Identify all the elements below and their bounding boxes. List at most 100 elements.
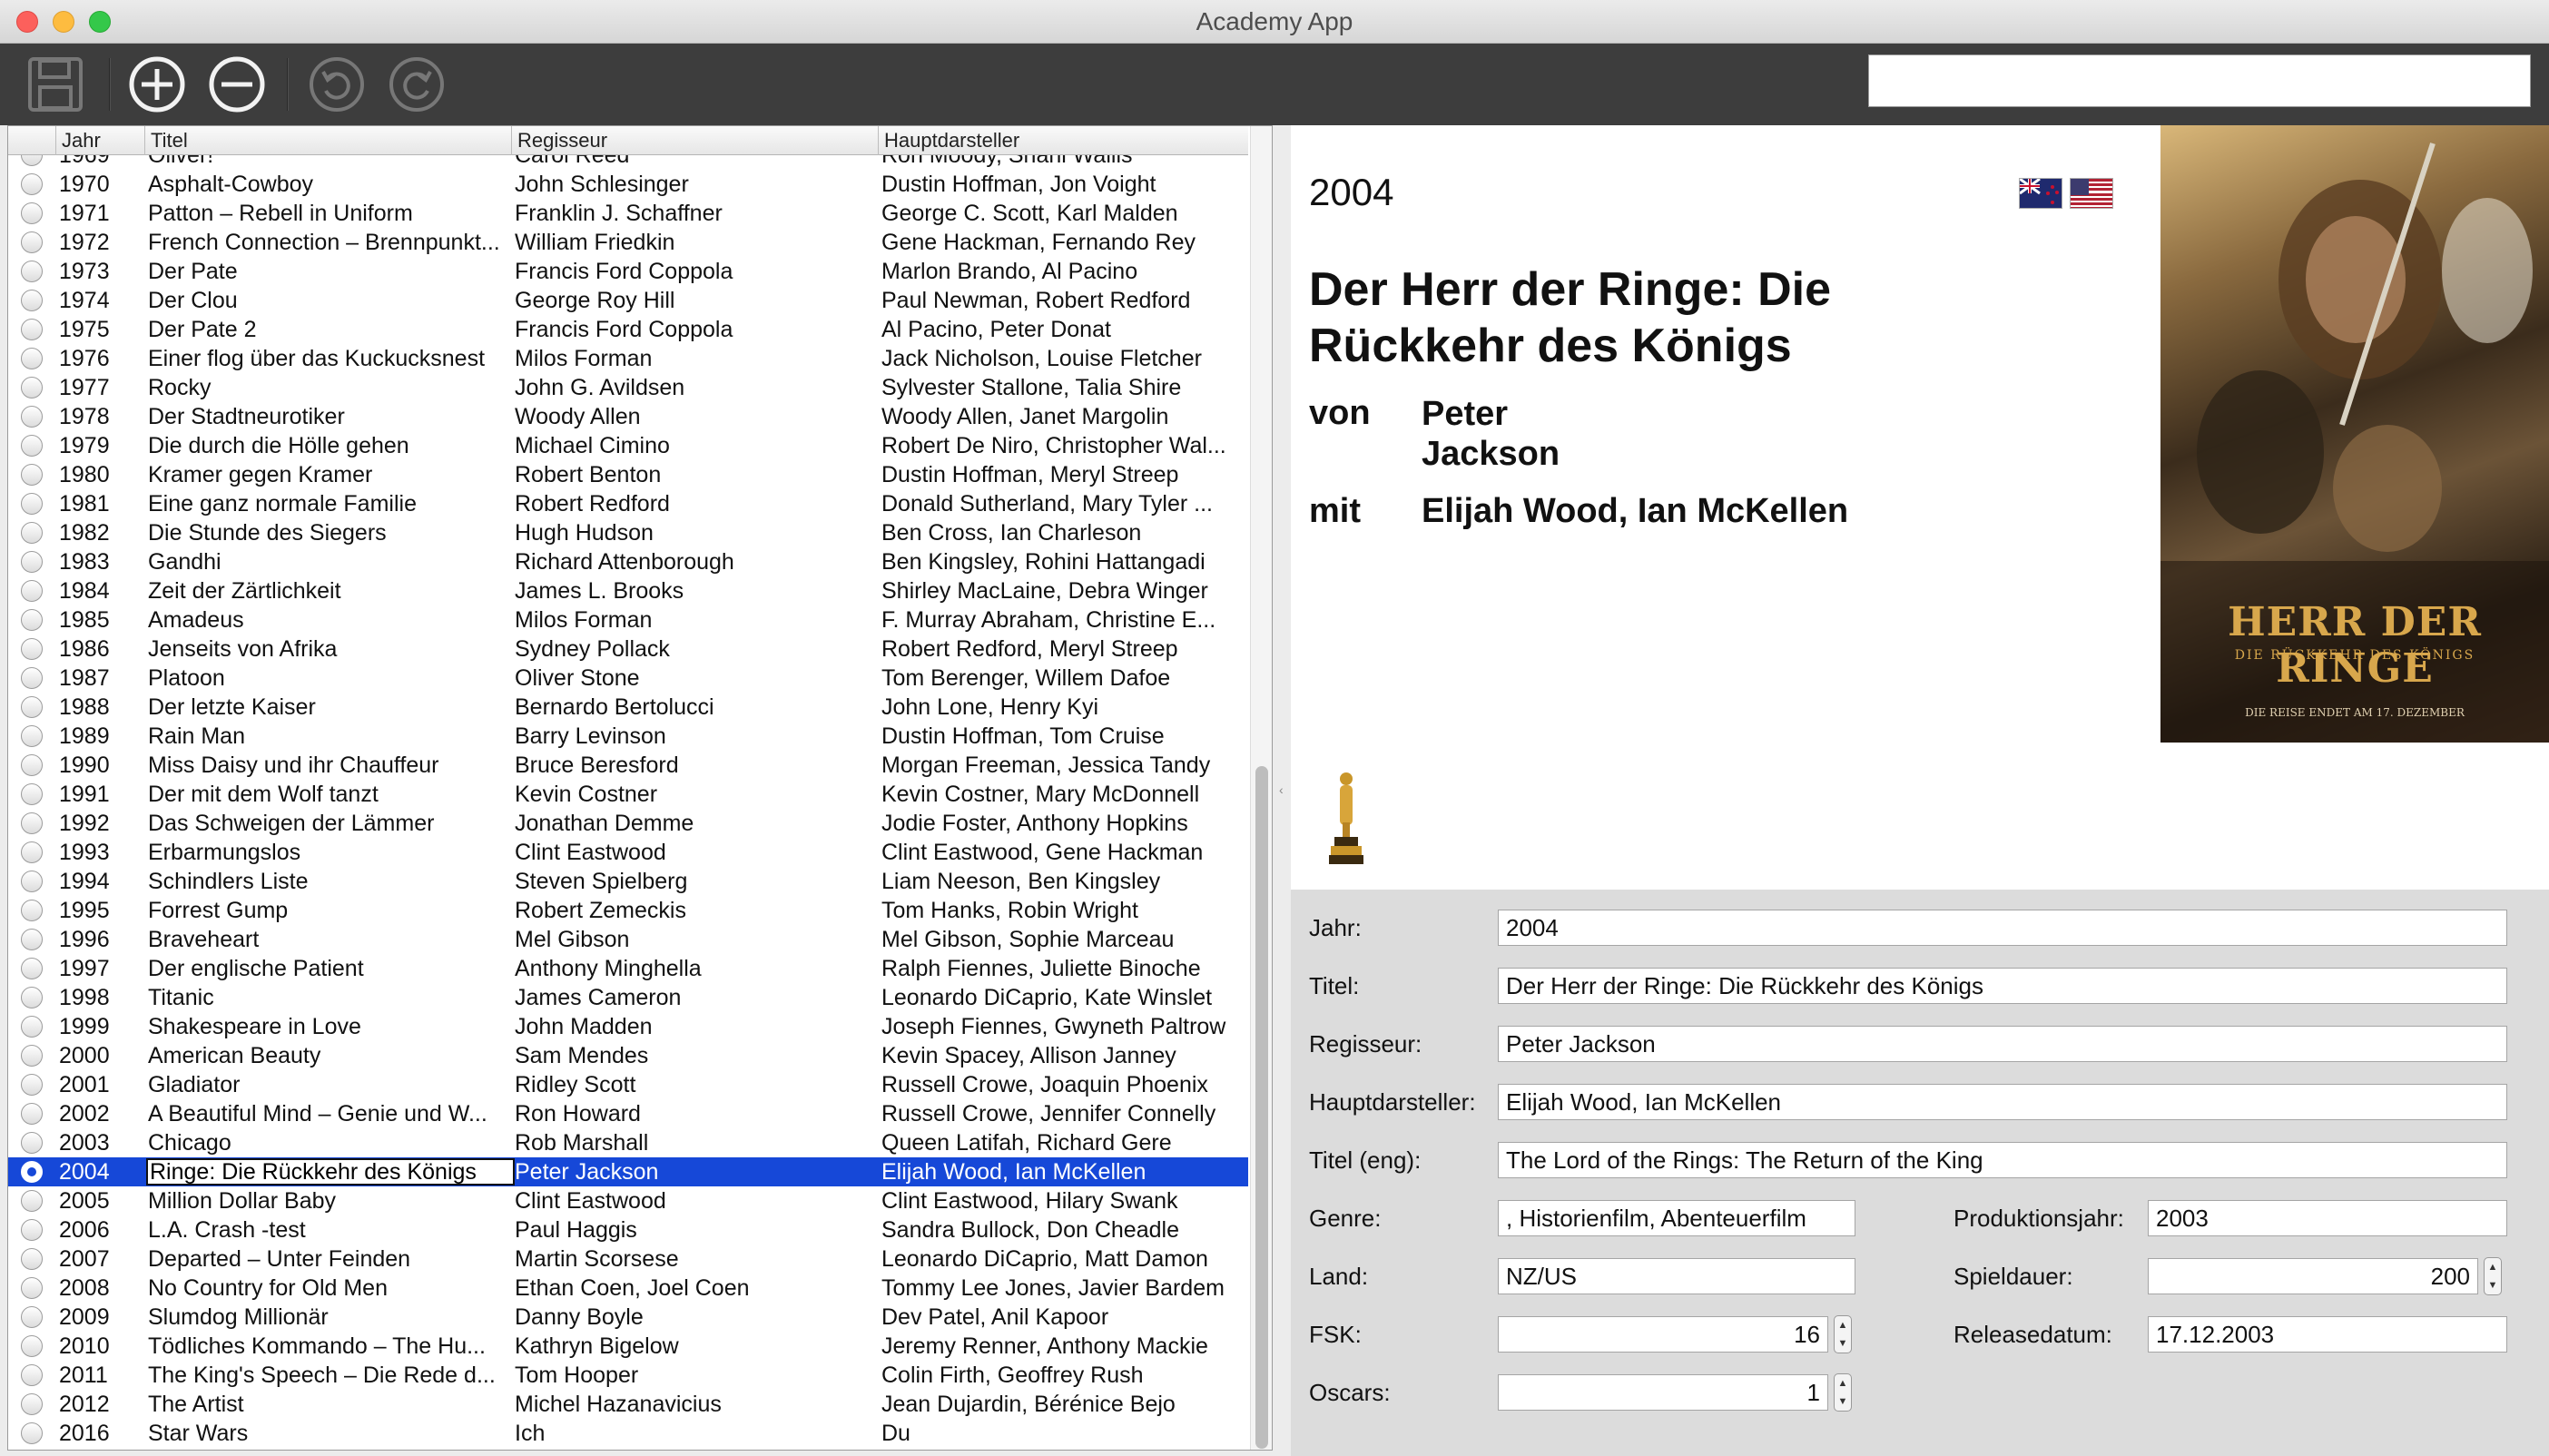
- row-radio-button[interactable]: [21, 231, 43, 253]
- row-radio-button[interactable]: [21, 1132, 43, 1154]
- redo-button[interactable]: [385, 53, 448, 116]
- table-row[interactable]: 1974 Der Clou George Roy Hill Paul Newman, …: [8, 286, 1248, 315]
- table-row[interactable]: 2009 Slumdog Millionär Danny Boyle Dev Pate…: [8, 1303, 1248, 1332]
- fsk-field[interactable]: 16: [1498, 1316, 1828, 1353]
- row-radio-button[interactable]: [21, 464, 43, 486]
- table-row[interactable]: 1978 Der Stadtneurotiker Woody Allen Woody …: [8, 402, 1248, 431]
- row-radio-button[interactable]: [21, 522, 43, 544]
- table-row[interactable]: 1999 Shakespeare in Love John Madden Joseph…: [8, 1012, 1248, 1041]
- table-row[interactable]: 1975 Der Pate 2 Francis Ford Coppola Al Pac…: [8, 315, 1248, 344]
- table-row[interactable]: 1994 Schindlers Liste Steven Spielberg Liam…: [8, 867, 1248, 896]
- row-radio-button[interactable]: [21, 290, 43, 311]
- table-row[interactable]: 2008 No Country for Old Men Ethan Coen, Jo…: [8, 1274, 1248, 1303]
- add-button[interactable]: [125, 53, 189, 116]
- table-row[interactable]: 2002 A Beautiful Mind – Genie und W... Ron…: [8, 1099, 1248, 1128]
- row-radio-button[interactable]: [21, 783, 43, 805]
- row-radio-button[interactable]: [21, 1364, 43, 1386]
- table-row[interactable]: 1980 Kramer gegen Kramer Robert Benton Dust…: [8, 460, 1248, 489]
- row-radio-button[interactable]: [21, 1393, 43, 1415]
- row-radio-button[interactable]: [21, 319, 43, 340]
- table-row[interactable]: 2001 Gladiator Ridley Scott Russell Crowe, …: [8, 1070, 1248, 1099]
- split-pane-divider[interactable]: ‹: [1274, 125, 1291, 1456]
- table-row[interactable]: 1995 Forrest Gump Robert Zemeckis Tom Hanks…: [8, 896, 1248, 925]
- row-radio-button[interactable]: [21, 841, 43, 863]
- column-header-jahr[interactable]: Jahr: [55, 126, 144, 155]
- row-radio-button[interactable]: [21, 173, 43, 195]
- row-radio-button[interactable]: [21, 609, 43, 631]
- row-radio-button[interactable]: [21, 871, 43, 892]
- table-row[interactable]: 1997 Der englische Patient Anthony Minghel…: [8, 954, 1248, 983]
- table-scrollbar[interactable]: [1250, 126, 1272, 1450]
- row-radio-button[interactable]: [21, 377, 43, 398]
- table-row[interactable]: 1970 Asphalt-Cowboy John Schlesinger Dustin…: [8, 170, 1248, 199]
- table-row[interactable]: 2004 Ringe: Die Rückkehr des Königs Peter …: [8, 1157, 1248, 1186]
- row-radio-button[interactable]: [21, 202, 43, 224]
- table-row[interactable]: 1988 Der letzte Kaiser Bernardo Bertolucci…: [8, 693, 1248, 722]
- hauptdarsteller-field[interactable]: Elijah Wood, Ian McKellen: [1498, 1084, 2507, 1120]
- row-radio-button[interactable]: [21, 1161, 43, 1183]
- row-radio-button[interactable]: [21, 406, 43, 428]
- row-radio-button[interactable]: [21, 155, 43, 166]
- spieldauer-field[interactable]: 200: [2148, 1258, 2478, 1294]
- row-radio-button[interactable]: [21, 754, 43, 776]
- row-radio-button[interactable]: [21, 638, 43, 660]
- table-row[interactable]: 1996 Braveheart Mel Gibson Mel Gibson, Soph…: [8, 925, 1248, 954]
- table-row[interactable]: 1992 Das Schweigen der Lämmer Jonathan Dem…: [8, 809, 1248, 838]
- column-header-regisseur[interactable]: Regisseur: [511, 126, 878, 155]
- table-row[interactable]: 1972 French Connection – Brennpunkt... Wil…: [8, 228, 1248, 257]
- table-row[interactable]: 2005 Million Dollar Baby Clint Eastwood Cli…: [8, 1186, 1248, 1215]
- table-row[interactable]: 2012 The Artist Michel Hazanavicius Jean Du…: [8, 1390, 1248, 1419]
- table-row[interactable]: 1991 Der mit dem Wolf tanzt Kevin Costner K…: [8, 780, 1248, 809]
- table-row[interactable]: 1990 Miss Daisy und ihr Chauffeur Bruce Be…: [8, 751, 1248, 780]
- row-radio-button[interactable]: [21, 667, 43, 689]
- oscars-stepper[interactable]: ▲ ▼: [1834, 1373, 1852, 1412]
- row-radio-button[interactable]: [21, 1190, 43, 1212]
- row-radio-button[interactable]: [21, 958, 43, 979]
- row-radio-button[interactable]: [21, 348, 43, 369]
- titel-eng-field[interactable]: The Lord of the Rings: The Return of the…: [1498, 1142, 2507, 1178]
- row-radio-button[interactable]: [21, 900, 43, 921]
- table-row[interactable]: 1985 Amadeus Milos Forman F. Murray Abraham…: [8, 605, 1248, 635]
- oscars-field[interactable]: 1: [1498, 1374, 1828, 1411]
- row-radio-button[interactable]: [21, 551, 43, 573]
- row-radio-button[interactable]: [21, 1335, 43, 1357]
- search-input[interactable]: [1868, 54, 2531, 107]
- table-row[interactable]: 1998 Titanic James Cameron Leonardo DiCapri…: [8, 983, 1248, 1012]
- table-row[interactable]: 1971 Patton – Rebell in Uniform Franklin J…: [8, 199, 1248, 228]
- table-row[interactable]: 2016 Star Wars Ich Du: [8, 1419, 1248, 1448]
- table-row[interactable]: 2000 American Beauty Sam Mendes Kevin Space…: [8, 1041, 1248, 1070]
- scrollbar-thumb[interactable]: [1255, 766, 1268, 1449]
- row-radio-button[interactable]: [21, 261, 43, 282]
- row-radio-button[interactable]: [21, 1016, 43, 1038]
- row-radio-button[interactable]: [21, 812, 43, 834]
- table-row[interactable]: 1982 Die Stunde des Siegers Hugh Hudson Ben…: [8, 518, 1248, 547]
- column-header-hauptdarsteller[interactable]: Hauptdarsteller: [878, 126, 1250, 155]
- spieldauer-stepper[interactable]: ▲ ▼: [2484, 1257, 2502, 1295]
- table-row[interactable]: 2010 Tödliches Kommando – The Hu... Kathry…: [8, 1332, 1248, 1361]
- row-radio-button[interactable]: [21, 929, 43, 950]
- genre-field[interactable]: , Historienfilm, Abenteuerfilm: [1498, 1200, 1855, 1236]
- row-radio-button[interactable]: [21, 1422, 43, 1444]
- row-radio-button[interactable]: [21, 1103, 43, 1125]
- table-row[interactable]: 1987 Platoon Oliver Stone Tom Berenger, Wil…: [8, 664, 1248, 693]
- titel-field[interactable]: Der Herr der Ringe: Die Rückkehr des Kön…: [1498, 968, 2507, 1004]
- row-radio-button[interactable]: [21, 493, 43, 515]
- table-row[interactable]: 2006 L.A. Crash -test Paul Haggis Sandra Bu…: [8, 1215, 1248, 1244]
- table-row[interactable]: 1983 Gandhi Richard Attenborough Ben Kingsl…: [8, 547, 1248, 576]
- table-row[interactable]: 2003 Chicago Rob Marshall Queen Latifah, Ri…: [8, 1128, 1248, 1157]
- table-row[interactable]: 1986 Jenseits von Afrika Sydney Pollack Rob…: [8, 635, 1248, 664]
- column-header-titel[interactable]: Titel: [144, 126, 511, 155]
- row-radio-button[interactable]: [21, 1277, 43, 1299]
- table-row[interactable]: 1989 Rain Man Barry Levinson Dustin Hoffman…: [8, 722, 1248, 751]
- jahr-field[interactable]: 2004: [1498, 910, 2507, 946]
- undo-button[interactable]: [305, 53, 369, 116]
- row-radio-button[interactable]: [21, 1074, 43, 1096]
- table-row[interactable]: 1984 Zeit der Zärtlichkeit James L. Brooks…: [8, 576, 1248, 605]
- row-radio-button[interactable]: [21, 1045, 43, 1067]
- row-radio-button[interactable]: [21, 696, 43, 718]
- land-field[interactable]: NZ/US: [1498, 1258, 1855, 1294]
- table-row[interactable]: 2007 Departed – Unter Feinden Martin Scors…: [8, 1244, 1248, 1274]
- table-row[interactable]: 2011 The King's Speech – Die Rede d... Tom…: [8, 1361, 1248, 1390]
- table-row[interactable]: 1981 Eine ganz normale Familie Robert Redf…: [8, 489, 1248, 518]
- table-row[interactable]: 1969 Oliver! Carol Reed Ron Moody, Shani Wa…: [8, 155, 1248, 170]
